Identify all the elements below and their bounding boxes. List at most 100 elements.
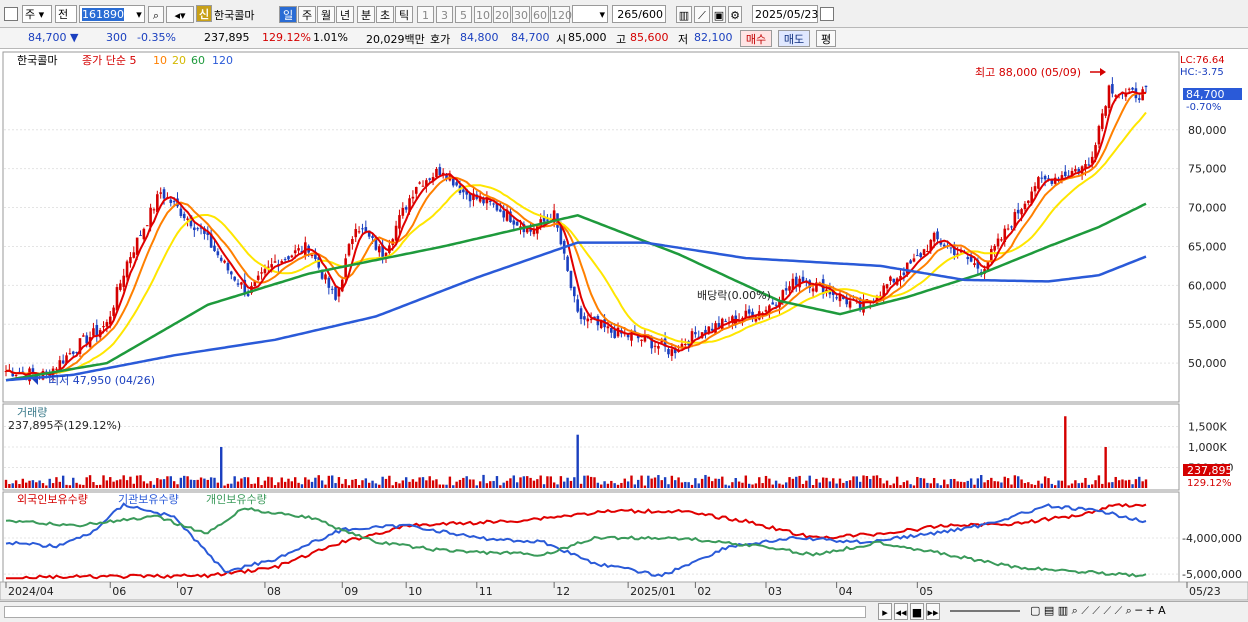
candle-body — [357, 231, 361, 233]
period-type-select[interactable]: 주 ▾ — [22, 5, 52, 23]
calendar-icon[interactable] — [820, 7, 834, 21]
chevron-down-icon[interactable]: ▾ — [132, 6, 146, 23]
candle-body — [216, 251, 220, 256]
eval-button[interactable]: 평 — [816, 30, 836, 47]
candle-body — [936, 231, 939, 240]
volume-bar — [838, 478, 842, 488]
layout-icon[interactable] — [4, 7, 18, 21]
candle-body — [451, 178, 455, 186]
volume-bar — [351, 479, 354, 488]
price-pane-frame — [2, 51, 1180, 403]
tab-day[interactable]: 일 — [279, 6, 297, 23]
candle-body — [794, 276, 798, 286]
tab-week[interactable]: 주 — [298, 6, 316, 23]
volume-bar — [694, 478, 697, 488]
rewind-icon[interactable]: ◂◂ — [894, 603, 908, 620]
volume-bar — [647, 475, 650, 488]
volume-bar — [250, 483, 253, 488]
volume-bar — [216, 482, 220, 488]
volume-bar — [626, 481, 630, 488]
interval-5[interactable]: 5 — [455, 6, 472, 23]
interval-120[interactable]: 120 — [550, 6, 572, 23]
candle-body — [912, 258, 916, 262]
volume-bar — [781, 484, 785, 488]
volume-bar — [152, 484, 156, 488]
volume-bar — [257, 477, 260, 488]
volume-bar — [1040, 483, 1043, 488]
volume-bar — [371, 480, 374, 488]
volume-bar — [230, 483, 233, 488]
interval-10[interactable]: 10 — [474, 6, 492, 23]
volume-bar — [88, 475, 92, 488]
zoom-slider[interactable] — [950, 610, 1020, 612]
chart-type-icon[interactable]: ▥ — [676, 6, 692, 23]
volume-bar — [536, 479, 539, 488]
stock-badge: 신 — [196, 5, 212, 22]
interval-60[interactable]: 60 — [531, 6, 549, 23]
hc-indicator: HC:-3.75 — [1180, 67, 1224, 78]
count-input[interactable]: 265/600 — [612, 5, 666, 23]
volume-bar — [862, 475, 865, 488]
save-icon[interactable]: ▣ — [712, 6, 726, 23]
candle-body — [102, 326, 105, 328]
candle-body — [270, 264, 273, 268]
draw-tool-icon[interactable]: ⟋ — [694, 6, 710, 23]
volume-tick-label: 1,500K — [1188, 421, 1227, 434]
volume-bar — [949, 479, 953, 488]
settings-gear-icon[interactable]: ⚙ — [728, 6, 742, 23]
candle-body — [330, 288, 334, 290]
stock-chart[interactable]: 80,000 75,000 70,000 65,000 60,000 55,000 50,0… — [0, 50, 1248, 621]
horizontal-scrollbar[interactable] — [4, 606, 866, 618]
volume-bar — [324, 484, 327, 488]
forward-icon[interactable]: ▸▸ — [926, 603, 940, 620]
x-tick-label: 08 — [267, 585, 281, 598]
price-tick-label: 60,000 — [1188, 279, 1227, 292]
tab-year[interactable]: 년 — [336, 6, 354, 23]
volume-bar — [495, 476, 499, 488]
candle-body — [122, 275, 125, 287]
volume-bar — [677, 477, 680, 488]
interval-1[interactable]: 1 — [417, 6, 434, 23]
tab-tick[interactable]: 틱 — [395, 6, 413, 23]
interval-30[interactable]: 30 — [512, 6, 530, 23]
search-icon[interactable]: ⌕ — [148, 6, 164, 23]
speaker-icon[interactable]: ◂▾ — [166, 6, 194, 23]
buy-button[interactable]: 매수 — [740, 30, 772, 47]
volume-bar — [209, 477, 213, 488]
view-tools-icons[interactable]: ▢ ▤ ▥ ⌕ ⟋ ⟋ ⟋ ⟋ ⌕ ─ + A — [1030, 604, 1166, 618]
candle-body — [586, 318, 590, 322]
volume-bar — [687, 482, 690, 488]
volume-bar — [724, 484, 727, 488]
interval-3[interactable]: 3 — [436, 6, 453, 23]
ma-legend-20: 20 — [172, 54, 186, 67]
volume-bar — [825, 477, 828, 488]
volume-bar — [243, 477, 246, 488]
candle-body — [55, 368, 58, 370]
tab-month[interactable]: 월 — [317, 6, 335, 23]
custom-interval-select[interactable]: ▾ — [572, 5, 608, 23]
ma-legend-120: 120 — [212, 54, 233, 67]
volume-bar — [179, 477, 183, 488]
low-annotation: 최저 47,950 (04/26) — [49, 374, 155, 387]
volume-bar — [953, 478, 956, 488]
tab-second[interactable]: 초 — [376, 6, 394, 23]
sell-button[interactable]: 매도 — [778, 30, 810, 47]
stop-icon[interactable]: ■ — [910, 603, 924, 620]
volume-bar — [633, 484, 637, 488]
date-input[interactable]: 2025/05/23 — [752, 5, 818, 23]
scroll-right-icon[interactable]: ▸ — [878, 603, 892, 620]
volume-bar — [300, 484, 304, 488]
volume-bar — [38, 480, 41, 488]
volume-bar — [784, 482, 788, 488]
prev-button[interactable]: 전 — [55, 5, 77, 23]
volume-bar — [428, 476, 431, 488]
volume-bar — [11, 483, 14, 488]
volume-bar — [425, 480, 428, 488]
candle-body — [310, 254, 314, 256]
volume-bar — [156, 478, 159, 488]
interval-20[interactable]: 20 — [493, 6, 511, 23]
candle-body — [1144, 85, 1148, 88]
candle-body — [579, 308, 583, 320]
candle-body — [293, 250, 297, 254]
tab-minute[interactable]: 분 — [357, 6, 375, 23]
